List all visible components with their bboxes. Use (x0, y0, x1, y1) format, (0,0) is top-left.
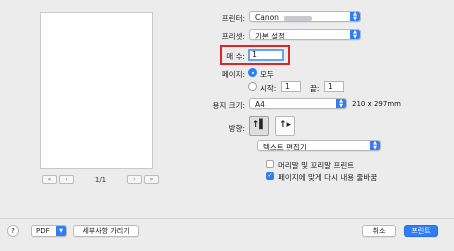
page-indicator: 1/1 (94, 175, 107, 184)
rewrap-label: 페이지에 맞게 다시 내용 줄바꿈 (278, 173, 378, 182)
printer-popup[interactable]: Canon ▲ ▼ (249, 11, 361, 22)
paper-size-popup[interactable]: A4 ▲ ▼ (249, 98, 347, 109)
last-page-button[interactable]: » (144, 175, 159, 184)
paper-size-label: 용지 크기: (212, 101, 245, 110)
hide-details-button[interactable]: 세부사항 가리기 (73, 225, 139, 237)
popup-chevron-icon: ▲ ▼ (350, 30, 360, 39)
chevron-down-icon: ▼ (56, 226, 66, 236)
pages-to-input[interactable]: 1 (324, 81, 344, 92)
copies-label: 매 수: (226, 52, 245, 61)
pdf-label: PDF (36, 227, 50, 235)
preset-popup[interactable]: 기본 설정 ▲ ▼ (249, 29, 361, 40)
section-value: 텍스트 편집기 (263, 143, 307, 151)
header-footer-checkbox[interactable] (266, 160, 274, 168)
pages-all-radio[interactable] (248, 68, 257, 77)
previous-page-button[interactable]: ‹ (59, 175, 74, 184)
pages-all-label: 모두 (260, 70, 274, 79)
pages-from-label: 시작: (260, 84, 277, 93)
portrait-orientation-button[interactable]: ↑▌ (249, 116, 269, 136)
orientation-label: 방향: (228, 124, 245, 133)
pages-from-input[interactable]: 1 (281, 81, 301, 92)
preview-pager: « ‹ 1/1 › » (42, 175, 159, 184)
preset-label: 프리셋: (221, 32, 245, 41)
landscape-orientation-button[interactable]: ↑▸ (275, 116, 295, 136)
pages-to-label: 끝: (310, 84, 320, 93)
popup-chevron-icon: ▲ ▼ (370, 141, 380, 150)
popup-chevron-icon: ▲ ▼ (350, 12, 360, 21)
paper-dimensions: 210 x 297mm (352, 100, 401, 108)
popup-chevron-icon: ▲ ▼ (336, 99, 346, 108)
rewrap-checkbox[interactable]: ✓ (266, 172, 274, 180)
portrait-orientation-icon: ↑▌ (251, 120, 267, 130)
help-button[interactable]: ? (7, 225, 19, 237)
printer-name: Canon (255, 13, 279, 22)
footer-divider (0, 218, 454, 219)
print-button[interactable]: 프린트 (404, 225, 438, 237)
first-page-button[interactable]: « (42, 175, 57, 184)
section-popup[interactable]: 텍스트 편집기 ▲ ▼ (257, 140, 381, 151)
print-preview-page (40, 12, 153, 169)
preset-value: 기본 설정 (255, 32, 285, 40)
redacted-printer-model (283, 15, 312, 21)
printer-label: 프린터: (221, 14, 245, 23)
pdf-menu-button[interactable]: PDF ▼ (31, 225, 67, 237)
paper-size-value: A4 (255, 100, 265, 109)
header-footer-label: 머리말 및 꼬리말 프린트 (278, 161, 355, 170)
pages-range-radio[interactable] (248, 82, 257, 91)
copies-input[interactable]: 1 (248, 49, 284, 61)
cancel-button[interactable]: 취소 (362, 225, 396, 237)
next-page-button[interactable]: › (127, 175, 142, 184)
pages-label: 페이지: (221, 70, 245, 79)
landscape-orientation-icon: ↑▸ (278, 120, 292, 130)
